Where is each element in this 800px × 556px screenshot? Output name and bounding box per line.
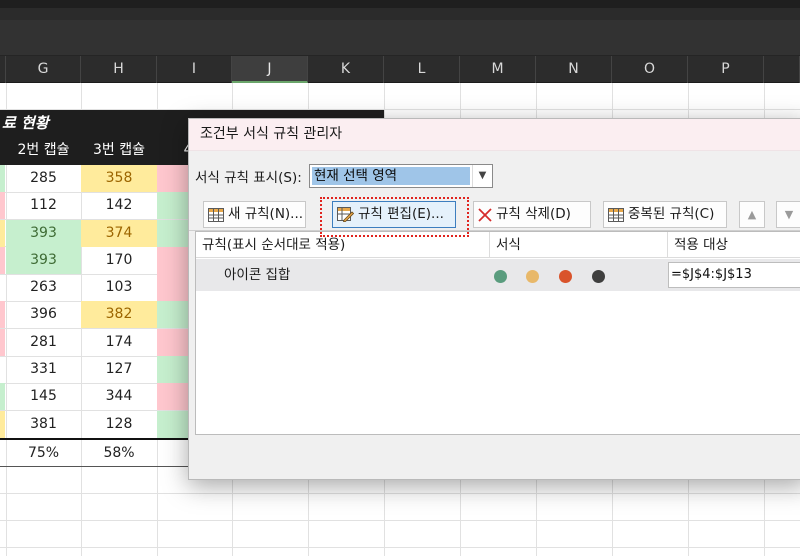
edit-rule-button[interactable]: 규칙 편집(E)... [332, 201, 456, 228]
duplicate-rule-button[interactable]: 중복된 규칙(C) [603, 201, 727, 228]
show-rules-label: 서식 규칙 표시(S): [195, 170, 302, 186]
chevron-up-icon: ▲ [747, 208, 757, 221]
table-cell[interactable]: 382 [81, 301, 157, 328]
show-rules-dropdown[interactable]: 현재 선택 영역 ▼ [309, 164, 493, 188]
column-header-format: 서식 [490, 232, 668, 258]
column-header-m[interactable]: M [460, 56, 536, 83]
table-cell[interactable]: 170 [81, 247, 157, 274]
table-cell[interactable]: 381 [6, 411, 81, 438]
table-cell[interactable]: 393 [6, 220, 81, 247]
conditional-format-rules-manager-dialog: 조건부 서식 규칙 관리자 서식 규칙 표시(S): 현재 선택 영역 ▼ 새 … [188, 118, 800, 480]
delete-rule-button[interactable]: 규칙 삭제(D) [473, 201, 591, 228]
applies-to-field[interactable]: =$J$4:$J$13 [668, 262, 800, 288]
table-cell[interactable]: 281 [6, 329, 81, 356]
cell-partial[interactable] [0, 165, 5, 192]
rules-table: 규칙(표시 순서대로 적용) 서식 적용 대상 아이콘 집합 =$J$4:$J$… [195, 231, 800, 435]
table-cell[interactable]: 112 [6, 192, 81, 219]
cell-partial[interactable] [0, 220, 5, 247]
icon-set-red-circle-icon [559, 270, 572, 283]
table-cell[interactable]: 285 [6, 165, 81, 192]
column-header-k[interactable]: K [308, 56, 384, 83]
column-header-next[interactable] [764, 56, 800, 83]
new-rule-icon [208, 207, 224, 222]
delete-rule-label: 규칙 삭제(D) [496, 206, 571, 222]
chevron-down-icon: ▼ [784, 208, 794, 221]
chevron-down-icon[interactable]: ▼ [472, 165, 492, 187]
table-cell[interactable]: 103 [81, 274, 157, 301]
column-header-l[interactable]: L [384, 56, 460, 83]
table-cell[interactable]: 142 [81, 192, 157, 219]
total-cell[interactable]: 58% [81, 440, 157, 467]
table-cell[interactable]: 145 [6, 383, 81, 410]
column-header-applies-to: 적용 대상 [668, 232, 800, 258]
show-rules-selected-value: 현재 선택 영역 [312, 167, 470, 185]
cell-partial[interactable] [0, 411, 5, 438]
column-header-h[interactable]: H [81, 56, 157, 83]
new-rule-button[interactable]: 새 규칙(N)... [203, 201, 306, 228]
header-capsule-3: 3번 캡슐 [93, 142, 145, 158]
dialog-title: 조건부 서식 규칙 관리자 [189, 119, 800, 151]
icon-set-black-circle-icon [592, 270, 605, 283]
icon-set-green-circle-icon [494, 270, 507, 283]
cell-partial[interactable] [0, 247, 5, 274]
icon-set-yellow-circle-icon [526, 270, 539, 283]
table-cell[interactable]: 174 [81, 329, 157, 356]
column-header-j[interactable]: J [232, 56, 308, 83]
table-cell[interactable]: 358 [81, 165, 157, 192]
cell-partial[interactable] [0, 329, 5, 356]
cell-partial[interactable] [0, 301, 5, 328]
ribbon [0, 8, 800, 20]
formula-bar [0, 20, 800, 56]
new-rule-label: 새 규칙(N)... [228, 206, 304, 222]
rule-row[interactable]: 아이콘 집합 =$J$4:$J$13 [196, 259, 800, 291]
column-header-g[interactable]: G [6, 56, 81, 83]
rule-name: 아이콘 집합 [224, 267, 291, 283]
edit-rule-label: 규칙 편집(E)... [358, 206, 444, 222]
column-header-o[interactable]: O [612, 56, 688, 83]
total-cell[interactable]: 75% [6, 440, 81, 467]
column-header-i[interactable]: I [157, 56, 232, 83]
duplicate-rule-label: 중복된 규칙(C) [628, 206, 715, 222]
table-cell[interactable]: 344 [81, 383, 157, 410]
duplicate-rule-icon [608, 207, 624, 222]
move-up-button[interactable]: ▲ [739, 201, 765, 228]
header-capsule-2: 2번 캡슐 [17, 142, 70, 158]
table-cell[interactable]: 127 [81, 356, 157, 383]
column-header-rule: 규칙(표시 순서대로 적용) [196, 232, 490, 258]
cell-partial[interactable] [0, 192, 5, 219]
table-cell[interactable]: 396 [6, 301, 81, 328]
move-down-button[interactable]: ▼ [776, 201, 800, 228]
table-cell[interactable]: 331 [6, 356, 81, 383]
edit-rule-icon [337, 207, 354, 222]
column-header-n[interactable]: N [536, 56, 612, 83]
table-cell[interactable]: 374 [81, 220, 157, 247]
column-header-p[interactable]: P [688, 56, 764, 83]
table-cell[interactable]: 263 [6, 274, 81, 301]
title-bar [0, 0, 800, 8]
table-cell[interactable]: 128 [81, 411, 157, 438]
rules-toolbar: 새 규칙(N)... 규칙 편집(E)... 규칙 삭제(D) 중복된 규칙(C… [189, 197, 800, 231]
table-cell[interactable]: 393 [6, 247, 81, 274]
cell-partial[interactable] [0, 383, 5, 410]
column-headers: G H I J K L M N O P [0, 56, 800, 83]
delete-icon [478, 207, 492, 222]
